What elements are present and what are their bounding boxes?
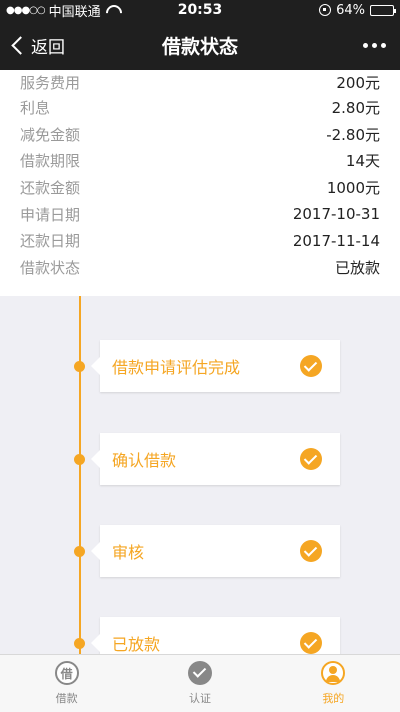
timeline-card: 审核 [91, 525, 340, 577]
more-dots-icon [372, 42, 377, 48]
info-label: 利息 [20, 98, 51, 117]
info-label: 借款期限 [20, 152, 81, 171]
status-time: 20:53 [177, 2, 223, 18]
timeline-step: 确认借款 [0, 433, 400, 485]
signal-strength-icon: ●●●○○ [6, 4, 46, 16]
tab-mine[interactable]: 我的 [267, 655, 400, 712]
tab-label: 借款 [55, 692, 78, 705]
info-label: 申请日期 [20, 205, 81, 224]
timeline-step: 已放款 [0, 617, 400, 654]
status-left: ●●●○○ 中国联通 [6, 1, 156, 20]
status-right: 64% [244, 2, 396, 18]
tab-borrow[interactable]: 借 借款 [0, 655, 133, 712]
info-value: 14天 [345, 152, 380, 171]
step-label: 借款申请评估完成 [112, 358, 241, 377]
info-label: 还款日期 [20, 232, 81, 251]
timeline-card: 确认借款 [91, 433, 340, 485]
wifi-icon [105, 5, 119, 15]
info-value: 200元 [336, 73, 380, 92]
tab-label: 我的 [322, 692, 345, 705]
back-button[interactable]: 返回 [0, 33, 110, 58]
timeline-step: 借款申请评估完成 [0, 340, 400, 392]
tab-label: 认证 [188, 692, 211, 705]
back-label: 返回 [31, 37, 65, 58]
page-title: 借款状态 [161, 35, 238, 58]
info-row-apply-date: 申请日期 2017-10-31 [20, 201, 380, 228]
timeline-card: 借款申请评估完成 [91, 340, 340, 392]
timeline-step: 审核 [0, 525, 400, 577]
check-circle-icon [300, 448, 322, 470]
info-row-interest: 利息 2.80元 [20, 94, 380, 121]
info-row-service-fee: 服务费用 200元 [20, 70, 380, 94]
user-icon [321, 661, 346, 685]
info-label: 还款金额 [20, 178, 81, 197]
tab-bar: 借 借款 认证 我的 [0, 654, 400, 712]
info-label: 减免金额 [20, 125, 81, 144]
info-row-loan-status: 借款状态 已放款 [20, 254, 380, 281]
info-value: 2017-11-14 [292, 231, 380, 250]
info-label: 借款状态 [20, 258, 81, 277]
borrow-icon: 借 [54, 661, 79, 685]
step-label: 确认借款 [112, 451, 177, 470]
nav-bar: 返回 借款状态 [0, 20, 400, 70]
rotation-lock-icon [319, 4, 332, 16]
info-row-repay-date: 还款日期 2017-11-14 [20, 227, 380, 254]
step-label: 已放款 [112, 635, 161, 654]
timeline-dot [74, 546, 85, 557]
info-value: 2017-10-31 [292, 205, 380, 224]
more-options-button[interactable] [290, 42, 400, 48]
info-value: -2.80元 [326, 125, 380, 144]
more-dots-icon [363, 42, 368, 48]
timeline-dot [74, 454, 85, 465]
tab-certify[interactable]: 认证 [133, 655, 266, 712]
info-value: 2.80元 [331, 98, 380, 117]
info-row-discount: 减免金额 -2.80元 [20, 121, 380, 148]
timeline-card: 已放款 [91, 617, 340, 654]
status-bar: ●●●○○ 中国联通 20:53 64% [0, 0, 400, 20]
battery-icon [370, 4, 396, 16]
status-timeline: 借款申请评估完成 确认借款 审核 已放款 [0, 296, 400, 654]
more-dots-icon [381, 42, 386, 48]
check-circle-icon [300, 540, 322, 562]
info-value: 1000元 [326, 178, 380, 197]
loan-info-section: 服务费用 200元 利息 2.80元 减免金额 -2.80元 借款期限 14天 … [0, 70, 400, 296]
check-circle-icon [300, 632, 322, 654]
chevron-left-icon [11, 35, 30, 55]
timeline-dot [74, 638, 85, 649]
timeline-dot [74, 361, 85, 372]
step-label: 审核 [112, 543, 145, 562]
info-row-loan-term: 借款期限 14天 [20, 147, 380, 174]
checkmark-icon [187, 661, 212, 685]
info-label: 服务费用 [20, 73, 81, 92]
info-row-repay-amount: 还款金额 1000元 [20, 174, 380, 201]
battery-percent: 64% [336, 2, 365, 18]
carrier-name: 中国联通 [48, 4, 101, 20]
check-circle-icon [300, 355, 322, 377]
info-value: 已放款 [334, 258, 380, 277]
